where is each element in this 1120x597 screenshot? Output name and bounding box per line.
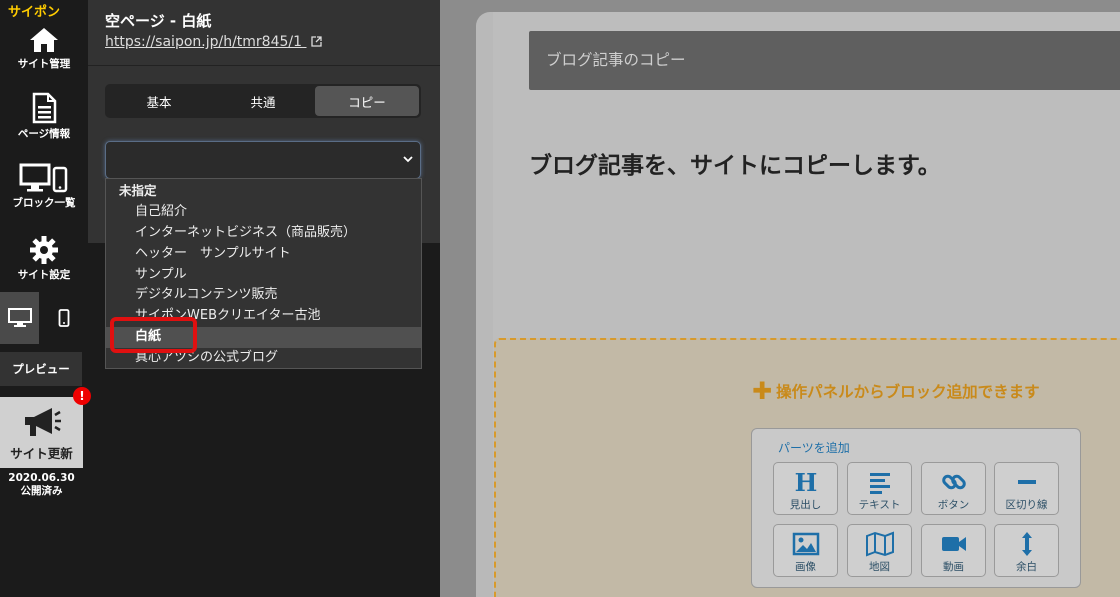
page-url-link[interactable]: https://saipon.jp/h/tmr845/1 [105, 34, 322, 50]
sidebar-item-site-manage[interactable]: サイト管理 [0, 26, 88, 71]
sidebar-item-label: サイト管理 [17, 58, 71, 70]
panel-divider [88, 65, 440, 66]
devices-icon [19, 163, 68, 193]
image-icon [792, 532, 819, 556]
desktop-view-button[interactable] [0, 292, 39, 344]
part-button-button[interactable]: ボタン [921, 462, 986, 515]
map-icon [865, 531, 894, 557]
tab-basic[interactable]: 基本 [107, 86, 211, 116]
part-label: テキスト [858, 499, 901, 511]
dropdown-option[interactable]: インターネットビジネス（商品販売） [106, 223, 421, 244]
text-lines-icon [869, 473, 890, 494]
page-url-text: https://saipon.jp/h/tmr845/1 [105, 34, 303, 50]
sidebar-item-label: サイト設定 [17, 269, 71, 281]
add-block-hint-text: 操作パネルからブロック追加できます [776, 383, 1040, 401]
part-label: ボタン [937, 499, 970, 511]
tab-copy[interactable]: コピー [315, 86, 419, 116]
part-video-button[interactable]: 動画 [921, 524, 986, 577]
device-switcher [0, 292, 88, 344]
chevron-down-icon [403, 156, 413, 163]
part-label: 画像 [795, 561, 816, 573]
icon-sidebar: サイポン サイト管理 ページ情報 ブロック一覧 サイト設定 プレビュー サイト更… [0, 0, 91, 597]
desktop-icon [7, 308, 32, 327]
part-label: 見出し [789, 499, 822, 511]
mobile-view-button[interactable] [39, 292, 88, 344]
dropdown-group-label: 未指定 [119, 183, 157, 198]
part-label: 区切り線 [1005, 499, 1048, 511]
part-label: 地図 [869, 561, 890, 573]
update-status: 公開済み [20, 485, 63, 497]
plus-icon: ✚ [752, 377, 773, 405]
update-date-value: 2020.06.30 [8, 472, 75, 484]
heading-icon: H [794, 469, 817, 495]
part-image-button[interactable]: 画像 [773, 524, 838, 577]
part-text-button[interactable]: テキスト [847, 462, 912, 515]
dropdown-option[interactable]: 自己紹介 [106, 202, 421, 223]
parts-palette-title: パーツを追加 [778, 441, 850, 455]
app-logo: サイポン [8, 5, 61, 20]
dropdown-option[interactable]: デジタルコンテンツ販売 [106, 285, 421, 306]
sidebar-item-label: ブロック一覧 [12, 197, 76, 209]
part-heading-button[interactable]: H 見出し [773, 462, 838, 515]
blog-select[interactable] [105, 141, 421, 179]
panel-tabs: 基本 共通 コピー [105, 84, 421, 118]
spacing-icon [1021, 532, 1032, 556]
dropdown-option[interactable]: サンプル [106, 265, 421, 286]
copy-message: ブログ記事を、サイトにコピーします。 [529, 153, 941, 179]
tab-common[interactable]: 共通 [211, 86, 315, 116]
copy-section-header: ブログ記事のコピー [529, 31, 1120, 90]
page-title: 空ページ - 白紙 [105, 12, 212, 30]
sidebar-item-block-list[interactable]: ブロック一覧 [0, 163, 88, 210]
part-label: 動画 [943, 561, 964, 573]
sidebar-item-page-info[interactable]: ページ情報 [0, 92, 88, 141]
divider-icon [1017, 480, 1036, 484]
video-icon [941, 537, 966, 551]
highlight-annotation [110, 317, 197, 353]
preview-button[interactable]: プレビュー [0, 352, 82, 386]
megaphone-icon [24, 408, 61, 436]
dropdown-option[interactable]: ヘッター サンプルサイト [106, 244, 421, 265]
gear-icon [30, 236, 58, 264]
alert-badge: ! [73, 387, 91, 405]
svg-text:H: H [794, 469, 817, 495]
update-date: 2020.06.30 公開済み [0, 472, 83, 498]
mobile-icon [58, 309, 69, 327]
home-icon [30, 28, 58, 52]
part-spacing-button[interactable]: 余白 [994, 524, 1059, 577]
site-update-button[interactable]: サイト更新 [0, 397, 83, 468]
part-divider-button[interactable]: 区切り線 [994, 462, 1059, 515]
site-update-label: サイト更新 [10, 446, 73, 461]
sidebar-item-label: ページ情報 [17, 128, 71, 140]
add-block-hint: ✚ 操作パネルからブロック追加できます [752, 377, 1040, 405]
link-icon [941, 474, 966, 490]
external-link-icon [310, 36, 322, 47]
sidebar-item-site-settings[interactable]: サイト設定 [0, 235, 88, 282]
document-icon [32, 92, 57, 124]
part-label: 余白 [1016, 561, 1037, 573]
part-map-button[interactable]: 地図 [847, 524, 912, 577]
